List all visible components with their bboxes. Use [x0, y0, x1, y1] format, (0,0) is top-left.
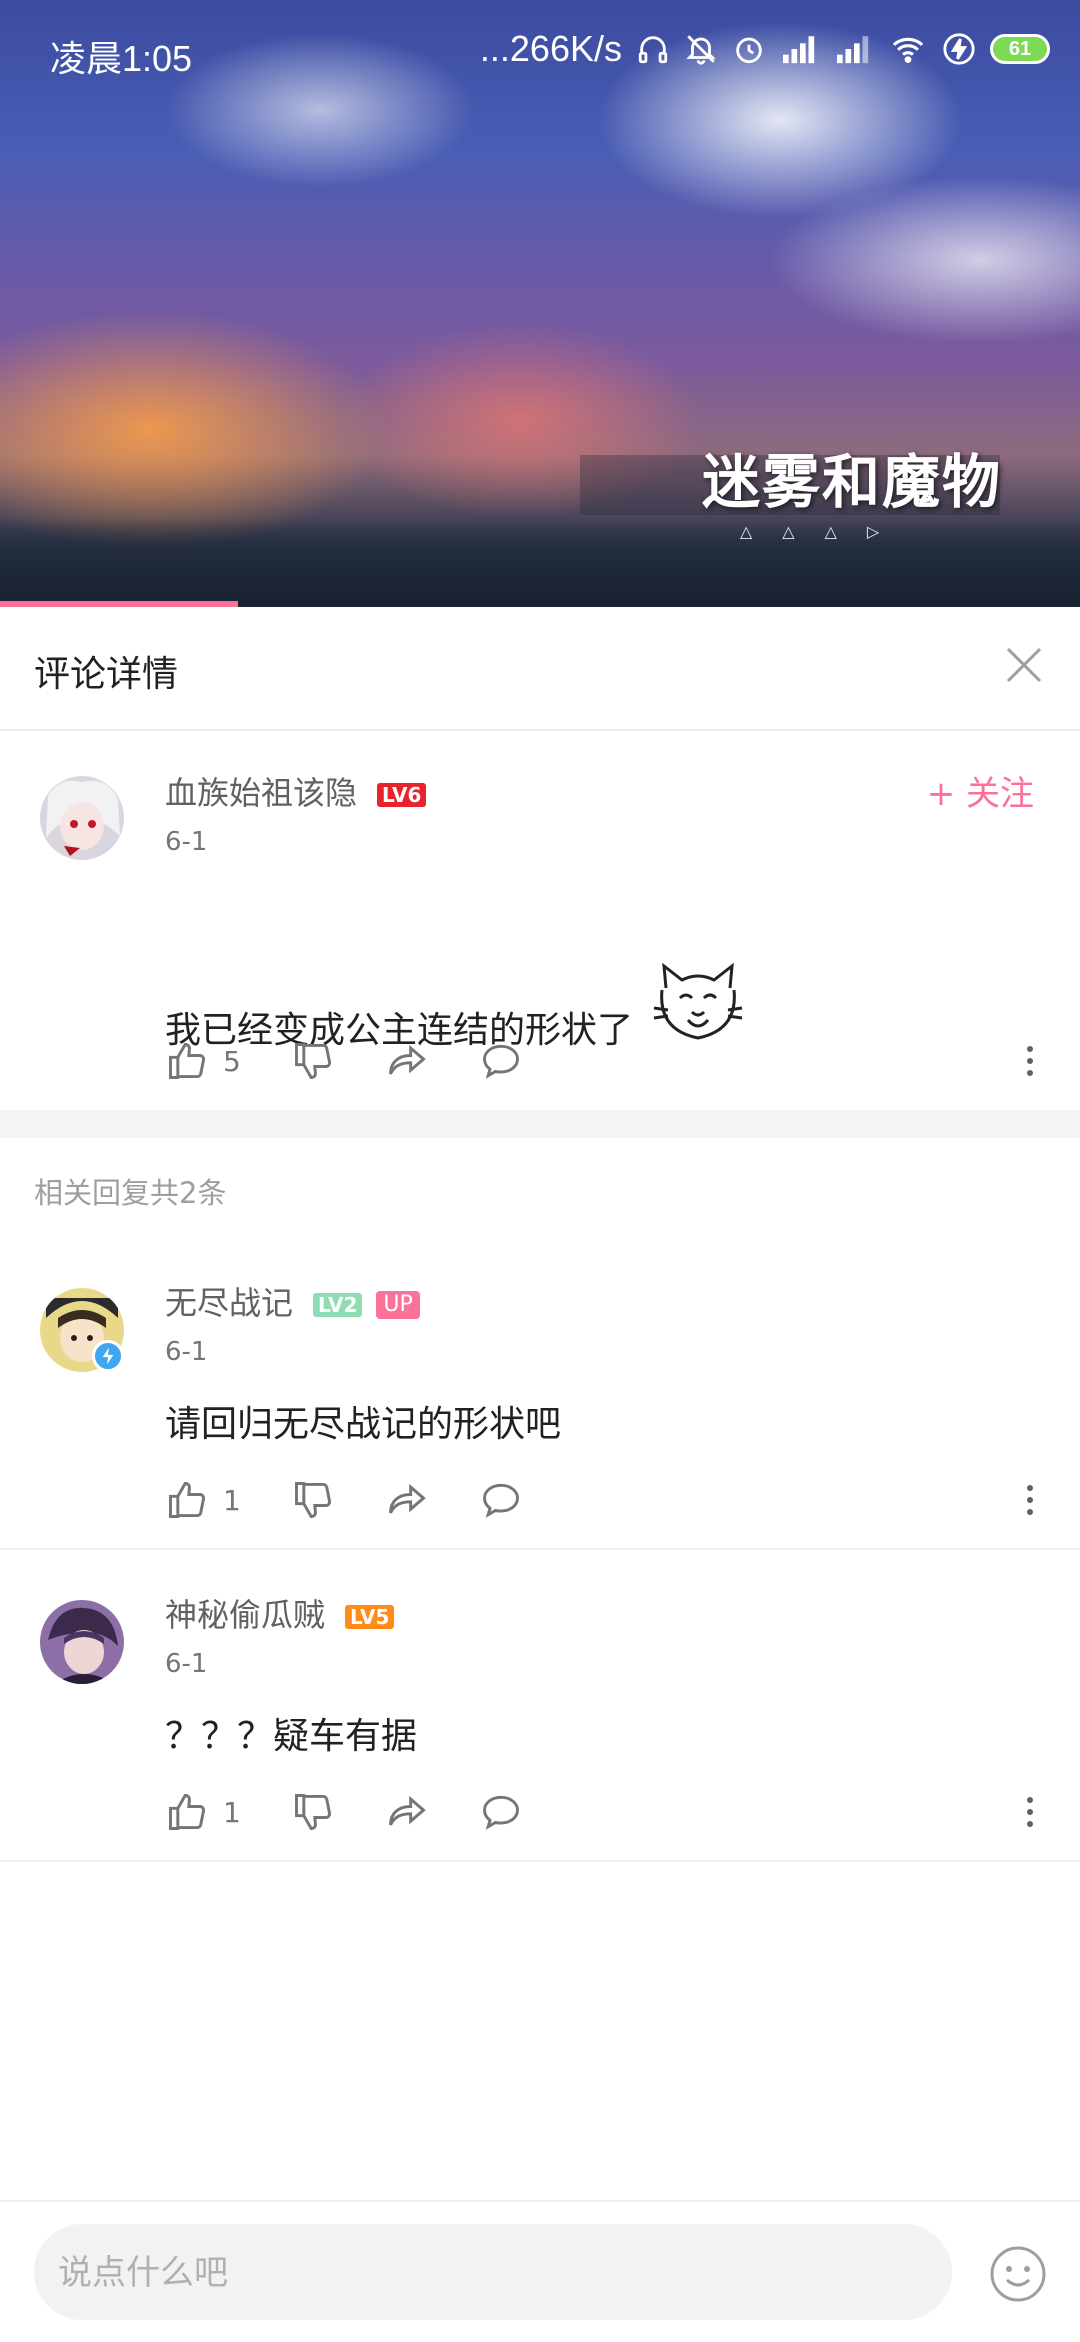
cat-sticker [652, 958, 744, 1053]
more-icon[interactable] [1020, 1787, 1040, 1837]
like-count: 1 [223, 1795, 241, 1829]
share-icon [388, 1483, 426, 1514]
reply-button[interactable] [479, 1039, 523, 1083]
panel-title: 评论详情 [34, 654, 179, 695]
share-button[interactable] [385, 1039, 429, 1083]
comment-date: 6-1 [165, 1337, 208, 1367]
level-badge: LV6 [377, 783, 427, 807]
like-icon [169, 1482, 205, 1518]
comment-actions: 1 [165, 1787, 573, 1837]
like-button[interactable]: 1 [165, 1478, 241, 1522]
dislike-button[interactable] [291, 1478, 335, 1522]
more-icon[interactable] [1020, 1036, 1040, 1086]
comment-input-bar [0, 2200, 1080, 2342]
username-text[interactable]: 神秘偷瓜贼 [165, 1596, 325, 1634]
video-foreground [0, 517, 1080, 607]
video-caption-marks: △△△▷ [740, 522, 910, 541]
username-text[interactable]: 血族始祖该隐 [165, 774, 357, 812]
avatar[interactable] [40, 1600, 124, 1684]
divider [0, 1860, 1080, 1862]
headphones-icon [636, 32, 670, 66]
video-caption: 迷雾和魔物 [701, 448, 1002, 516]
dislike-button[interactable] [291, 1039, 335, 1083]
comment-input[interactable] [56, 2224, 930, 2322]
up-badge: UP [376, 1291, 420, 1319]
dislike-icon [294, 1043, 331, 1079]
like-button[interactable]: 1 [165, 1790, 241, 1834]
replies-count-header: 相关回复共2条 [34, 1176, 227, 1210]
more-icon[interactable] [1020, 1475, 1040, 1525]
like-icon [169, 1794, 205, 1830]
signal-icon [834, 32, 874, 66]
reply-button[interactable] [479, 1790, 523, 1834]
level-badge: LV2 [313, 1293, 363, 1317]
reply-icon [482, 1044, 519, 1079]
close-icon[interactable] [996, 637, 1052, 693]
battery-icon: 61 [990, 34, 1050, 64]
comment-detail-header: 评论详情 [0, 607, 1080, 731]
mute-icon [684, 32, 718, 66]
share-button[interactable] [385, 1790, 429, 1834]
like-count: 1 [223, 1483, 241, 1517]
like-icon [169, 1043, 205, 1079]
status-bar: 凌晨1:05 ...266K/s 61 [0, 0, 1080, 100]
comment-text: 请回归无尽战记的形状吧 [165, 1404, 562, 1445]
section-separator [0, 1110, 1080, 1138]
reply-icon [482, 1483, 519, 1518]
comment-input-wrapper[interactable] [34, 2224, 952, 2322]
divider [0, 1548, 1080, 1550]
username-text[interactable]: 无尽战记 [165, 1284, 293, 1322]
share-button[interactable] [385, 1478, 429, 1522]
comment-actions: 5 [165, 1036, 573, 1086]
reply-icon [482, 1795, 519, 1830]
avatar[interactable] [40, 776, 124, 860]
dislike-button[interactable] [291, 1790, 335, 1834]
charging-icon [942, 32, 976, 66]
status-icons: ...266K/s 61 [480, 28, 1050, 70]
emoji-icon[interactable] [988, 2244, 1048, 2304]
like-count: 5 [223, 1044, 241, 1078]
like-button[interactable]: 5 [165, 1039, 241, 1083]
dislike-icon [294, 1482, 331, 1518]
share-icon [388, 1044, 426, 1075]
level-badge: LV5 [345, 1605, 395, 1629]
dislike-icon [294, 1794, 331, 1830]
username[interactable]: 血族始祖该隐 LV6 [165, 768, 427, 814]
follow-button[interactable]: + 关注 [927, 766, 1034, 815]
username[interactable]: 神秘偷瓜贼 LV5 [165, 1590, 395, 1636]
comment-text: ？？？疑车有据 [165, 1716, 418, 1757]
username[interactable]: 无尽战记 LV2 UP [165, 1278, 420, 1324]
wifi-icon [888, 32, 928, 66]
comment-actions: 1 [165, 1475, 573, 1525]
share-icon [388, 1795, 426, 1826]
signal-icon [780, 32, 820, 66]
net-speed: ...266K/s [479, 28, 622, 69]
comment-date: 6-1 [165, 827, 208, 857]
alarm-icon [732, 32, 766, 66]
comment-date: 6-1 [165, 1649, 208, 1679]
verified-icon [92, 1340, 124, 1372]
status-time: 凌晨1:05 [50, 38, 193, 79]
reply-button[interactable] [479, 1478, 523, 1522]
